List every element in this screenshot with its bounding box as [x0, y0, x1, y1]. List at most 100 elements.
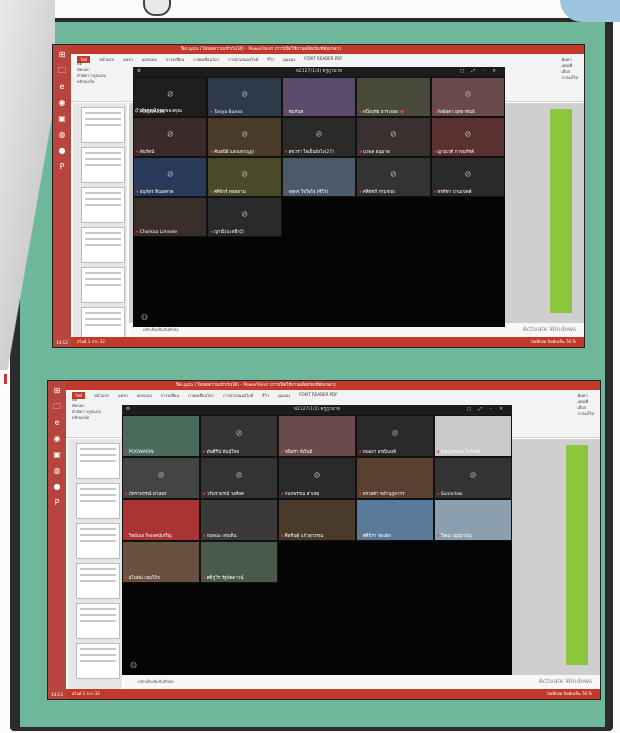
taskbar-app-icon[interactable]: P	[56, 161, 68, 173]
chat-icon[interactable]: ◍	[141, 312, 148, 321]
taskbar-app-icon[interactable]: 🗀	[51, 401, 63, 413]
slide-thumbnail[interactable]	[81, 147, 125, 183]
participant-tile[interactable]: ⊘ ⏺ สุขวรา ใจเย็นยังไง(27)	[281, 117, 357, 157]
participant-tile[interactable]: ⊘ ⏺ กนกพรรณ สาเหตุ	[278, 457, 356, 499]
settings-icon[interactable]: ⚙	[126, 405, 130, 415]
taskbar-app-icon[interactable]: ●	[51, 481, 63, 493]
participant-tile[interactable]: ⊘ ⏺ ดันศิริน์ พันธุ์ใหม่	[200, 415, 278, 457]
ribbon-tab[interactable]: ภาพเคลื่อนไหว	[188, 392, 214, 399]
camera-off-icon: ⊘	[464, 89, 472, 99]
ribbon-tab[interactable]: มุมมอง	[283, 56, 295, 63]
participant-name-text: พันรัตน์	[139, 150, 155, 155]
participant-name: ⏺ อนุกัตร สินเผคาด	[136, 188, 204, 195]
participant-name: ⏺ ญาณิ(บะหฮิ)😊	[210, 228, 278, 235]
slide-thumbnail[interactable]	[76, 643, 120, 679]
participant-tile[interactable]: ⊘ ⏺ อนุกัตร สินเผคาด	[133, 157, 208, 197]
participant-tile[interactable]: ⊘ ⏺ หนองฯ ธรณินนท์	[356, 415, 434, 457]
chat-icon[interactable]: ◍	[130, 660, 137, 669]
camera-off-icon: ⊘	[464, 169, 472, 179]
ribbon-tab[interactable]: การนำเสนอสไลด์	[228, 56, 258, 63]
taskbar-app-icon[interactable]: e	[56, 81, 68, 93]
participant-tile[interactable]: ⊘ ⏺ นวพล อนุมาส	[356, 117, 431, 157]
participant-tile[interactable]: ⏺ ชนกันท	[281, 77, 357, 117]
participant-tile[interactable]: ⏺ POOWARIN	[122, 415, 200, 457]
ribbon-tab[interactable]: มุมมอง	[278, 392, 290, 399]
participant-name: ⏺ ชนิสรา สีเงินมี	[281, 448, 353, 455]
ribbon-tab[interactable]: การนำเสนอสไลด์	[223, 392, 253, 399]
window-controls[interactable]: ▢ ⤢ – ✕	[460, 67, 499, 77]
slide-thumbnail[interactable]	[81, 227, 125, 263]
ribbon-tab[interactable]: FOXIT READER PDF	[299, 392, 337, 399]
participant-tile[interactable]: ⊘ ⏺ ศันสนีย์ แสงเสก(บุฎ)	[207, 117, 282, 157]
taskbar-app-icon[interactable]: ▣	[51, 449, 63, 461]
ribbon-tab[interactable]: FOXIT READER PDF	[304, 56, 342, 63]
taskbar-app-icon[interactable]: ⊞	[51, 385, 63, 397]
editing-command[interactable]: การแก้ไข	[577, 411, 594, 417]
taskbar-app-icon[interactable]: ◉	[51, 433, 63, 445]
participant-tile[interactable]: ⊘ ⏺ ภัทราพรรณ์ ผ่านพร	[122, 457, 200, 499]
editing-command[interactable]: การแก้ไข	[561, 75, 578, 81]
participant-tile[interactable]: ⊘ ⏺ ญาณิ(บะหฮิ)😊	[207, 197, 282, 237]
taskbar-app-icon[interactable]: ◉	[56, 97, 68, 109]
camera-off-icon: ⊘	[241, 89, 248, 99]
taskbar-app-icon[interactable]: P	[51, 497, 63, 509]
taskbar-app-icon[interactable]: ◍	[51, 465, 63, 477]
participant-tile[interactable]: ⏺ วิษณุ ปุญญาปัญ	[434, 499, 512, 541]
slide-thumbnail[interactable]	[81, 187, 125, 223]
ribbon-tab[interactable]: รีวิว	[262, 392, 269, 399]
slide-thumbnail[interactable]	[76, 603, 120, 639]
ribbon-tab[interactable]: แทรก	[123, 56, 133, 63]
participant-tile[interactable]: ⊘ ⏺ ศศิพัชร์ กรมชวย	[356, 157, 431, 197]
ribbon-tab[interactable]: รีวิว	[267, 56, 274, 63]
participant-tile[interactable]: ⏺ จตุพร ใจใจใจ (ซีโร่)	[281, 157, 357, 197]
participant-tile[interactable]: ⏺ ชนิสรา สีเงินมี	[278, 415, 356, 457]
participant-tile[interactable]: ⏺ ธัญญลักษณ์ โพริเตย์	[434, 415, 512, 457]
participant-name: ⏺ หนองฯ ธรณินนท์	[359, 448, 431, 455]
ribbon-tab[interactable]: การเปลี่ยน	[166, 56, 184, 63]
participant-tile[interactable]: ⊘ ⏺ Tanya Bunxx	[207, 77, 282, 117]
slide-thumbnail[interactable]	[81, 267, 125, 303]
participant-tile[interactable]: ⏺ วิทย์เมธ กิจเจตน์เจริญ	[122, 499, 200, 541]
taskbar-app-icon[interactable]: ●	[56, 145, 68, 157]
clipboard-command[interactable]: คลิปบอร์ด	[72, 415, 101, 421]
ribbon-tab[interactable]: ออกแบบ	[137, 392, 152, 399]
participant-tile[interactable]: ⏺ Chorkaa Limsele	[133, 197, 208, 237]
participant-tile[interactable]: ⊘ ⏺ พันรัตน์	[133, 117, 208, 157]
participant-tile[interactable]: ⏺ อโนพัน เขมวิภิก	[122, 541, 200, 583]
editing-group: ค้นหา แทนที่ เลือก การแก้ไข	[561, 57, 578, 81]
taskbar-app-icon[interactable]: ◍	[56, 129, 68, 141]
ribbon-tab[interactable]: แทรก	[118, 392, 128, 399]
slide-thumbnail[interactable]	[81, 107, 125, 143]
participant-tile[interactable]: ⏺ ศศินิรา ช่องฝัก	[356, 499, 434, 541]
slide-thumbnail[interactable]	[76, 443, 120, 479]
notes-pane[interactable]: คลิกเพื่อเพิ่มบันทึกย่อ Activate Windows	[124, 675, 600, 689]
ribbon-tab[interactable]: ออกแบบ	[142, 56, 157, 63]
taskbar-app-icon[interactable]: e	[51, 417, 63, 429]
participant-tile[interactable]: ⊘ ⏺ ศศิจักร์ ดอยตาน	[207, 157, 282, 197]
taskbar-app-icon[interactable]: ▣	[56, 113, 68, 125]
participant-tile[interactable]: ⊘ ⏺ กัลย์สุดา ยุทธาพันธ์	[430, 77, 505, 117]
slide-thumbnail[interactable]	[76, 563, 120, 599]
slide-thumbnail[interactable]	[76, 523, 120, 559]
participant-tile[interactable]: ⏺ หนึ่งฤทัย ยาระยอง 💗	[356, 77, 431, 117]
participant-tile[interactable]: ⊘ ⏺ วรันรามรณ์ วงศ์ยศ	[200, 457, 278, 499]
participant-tile[interactable]: ⏺ กฤษณะ สุขเดิน	[200, 499, 278, 541]
participant-tile[interactable]: ⏺ ศิลชินตุ้ แก้วสุวรรณ	[278, 499, 356, 541]
clipboard-group: ตัด คัดลอก ตัวคัดวางรูปแบบ คลิปบอร์ด	[77, 61, 106, 85]
slide-thumbnail[interactable]	[76, 483, 120, 519]
participant-tile[interactable]: ⊘ ⏺ ญาณวดี กาจนรัชต์	[430, 117, 505, 157]
taskbar-app-icon[interactable]: 🗀	[56, 65, 68, 77]
settings-icon[interactable]: ⚙	[137, 67, 141, 77]
participant-tile[interactable]: ⏺ ศศิภูวิร รัฐปัตดาวน์	[200, 541, 278, 583]
ribbon-tab[interactable]: ภาพเคลื่อนไหว	[193, 56, 219, 63]
participant-tile[interactable]: ⏺ ตรวยศา หล้านุกูลากร	[356, 457, 434, 499]
taskbar-app-icon[interactable]: ⊞	[56, 49, 68, 61]
clipboard-command[interactable]: คลิปบอร์ด	[77, 79, 106, 85]
participant-name-text: กัลย์สุดา ยุทธาพันธ์	[437, 110, 475, 115]
participant-name-text: Sunnchak	[440, 492, 463, 497]
participant-tile[interactable]: ⊘ ⏺ Sunnchak	[434, 457, 512, 499]
window-controls[interactable]: ▢ ⤢ – ✕	[467, 405, 506, 415]
ribbon-tab[interactable]: การเปลี่ยน	[161, 392, 179, 399]
participant-tile[interactable]: ⊘ ⏺ ทรพีชา ปานเขตต์	[430, 157, 505, 197]
participant-name-text: ภัทราพรรณ์ ผ่านพร	[128, 492, 167, 497]
